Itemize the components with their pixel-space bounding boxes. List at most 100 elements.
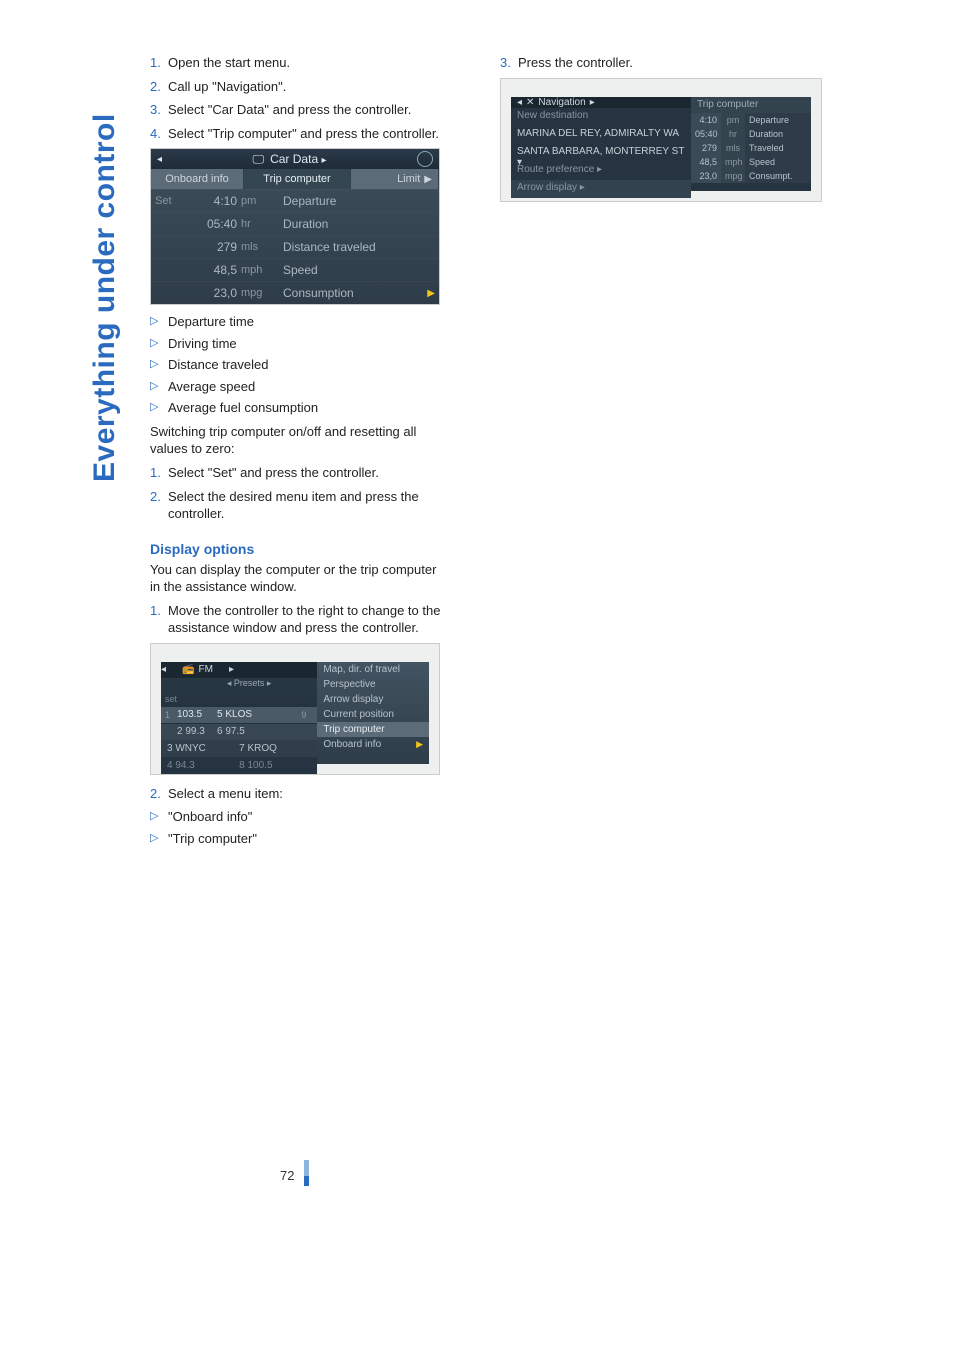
steps-press-controller: 3.Press the controller. [500, 54, 800, 72]
assistance-header: Trip computer [691, 97, 811, 113]
step-text: Press the controller. [518, 54, 633, 72]
steps-open-trip-computer: 1.Open the start menu. 2.Call up "Naviga… [150, 54, 450, 142]
preset-end: 9 [301, 710, 313, 720]
assistance-menu-item: Current position [317, 707, 429, 722]
steps-reset: 1.Select "Set" and press the controller.… [150, 464, 450, 523]
trip-cell-v: 4:10 [691, 113, 721, 127]
nav-right-icon: ▸ [590, 97, 595, 108]
steps-display-2: 2.Select a menu item: [150, 785, 450, 803]
trip-cell-l: Departure [745, 113, 811, 127]
list-item: Average speed [168, 378, 255, 396]
preset-freq: 103.5 [177, 709, 217, 720]
step-number: 2. [150, 785, 168, 803]
step-text: Select "Trip computer" and press the con… [168, 125, 439, 143]
trip-cell-l: Consumpt. [745, 169, 811, 183]
refresh-icon [417, 151, 433, 167]
step-number: 2. [150, 78, 168, 96]
nav-menu-item: Route preference ▸ [511, 162, 691, 180]
list-item: Average fuel consumption [168, 399, 318, 417]
menu-item-sublist: ▷"Onboard info" ▷"Trip computer" [150, 808, 450, 847]
page-marker-icon [304, 1160, 309, 1186]
preset-freq: 8 100.5 [239, 760, 311, 771]
nav-menu-item: SANTA BARBARA, MONTERREY ST ▾ [511, 144, 691, 162]
nav-left-icon: ◂ [517, 97, 522, 108]
nav-menu-item: Arrow display ▸ [511, 180, 691, 198]
triangle-icon: ▷ [150, 808, 168, 824]
trip-cell-u: pm [721, 113, 745, 127]
tab-onboard-info: Onboard info [151, 169, 244, 189]
step-text: Select a menu item: [168, 785, 283, 803]
step-number: 2. [150, 488, 168, 506]
triangle-icon: ▷ [150, 356, 168, 372]
preset-freq: 2 99.3 [177, 726, 217, 737]
heading-display-options: Display options [150, 541, 450, 557]
preset-num: 1 [165, 710, 177, 720]
assistance-menu-item: Trip computer [317, 722, 429, 737]
step-number: 1. [150, 602, 168, 620]
steps-display-1: 1.Move the controller to the right to ch… [150, 602, 450, 637]
triangle-icon: ▷ [150, 335, 168, 351]
assistance-menu-item: Perspective [317, 677, 429, 692]
preset-station: 5 KLOS [217, 709, 301, 720]
trip-row: 48,5mphSpeed [151, 258, 439, 281]
set-label: set [161, 692, 317, 706]
trip-cell-l: Duration [745, 127, 811, 141]
step-text: Select "Set" and press the controller. [168, 464, 379, 482]
step-number: 3. [500, 54, 518, 72]
trip-cell-v: 23,0 [691, 169, 721, 183]
trip-row: 23,0mpgConsumption▶ [151, 281, 439, 304]
step-number: 3. [150, 101, 168, 119]
list-item: "Onboard info" [168, 808, 252, 826]
tab-limit: Limit▶ [351, 169, 439, 189]
trip-cell-v: 05:40 [691, 127, 721, 141]
triangle-icon: ▷ [150, 399, 168, 415]
fm-label: FM [198, 664, 212, 675]
trip-cell-l: Traveled [745, 141, 811, 155]
trip-cell-u: hr [721, 127, 745, 141]
navigation-assistance-screenshot: ◂ ✕ Navigation ▸ New destinationMARINA D… [500, 78, 822, 202]
trip-computer-values-list: ▷Departure time ▷Driving time ▷Distance … [150, 313, 450, 417]
step-text: Open the start menu. [168, 54, 290, 72]
step-text: Select "Car Data" and press the controll… [168, 101, 411, 119]
triangle-icon: ▷ [150, 313, 168, 329]
preset-freq: 4 94.3 [167, 760, 239, 771]
radio-icon: 📻 [182, 664, 194, 675]
nav-menu-item: MARINA DEL REY, ADMIRALTY WA [511, 126, 691, 144]
nav-menu-item: New destination [511, 108, 691, 126]
presets-label: ◂ Presets ▸ [161, 678, 317, 692]
nav-left-icon: ◂ [157, 154, 162, 165]
trip-cell-v: 279 [691, 141, 721, 155]
trip-cell-v: 48,5 [691, 155, 721, 169]
assistance-menu-item: Onboard info▶ [317, 737, 429, 752]
step-text: Move the controller to the right to chan… [168, 602, 450, 637]
list-item: Driving time [168, 335, 237, 353]
step-number: 1. [150, 54, 168, 72]
preset-station: 3 WNYC [167, 743, 239, 754]
trip-row: 05:40hrDuration [151, 212, 439, 235]
screen-title: Navigation [538, 97, 585, 108]
nav-left-icon: ◂ [161, 664, 166, 675]
trip-cell-u: mls [721, 141, 745, 155]
trip-cell-l: Speed [745, 155, 811, 169]
switching-paragraph: Switching trip computer on/off and reset… [150, 423, 450, 458]
page-number: 72 [280, 1168, 294, 1183]
preset-station: 6 97.5 [217, 726, 301, 737]
list-item: Distance traveled [168, 356, 268, 374]
preset-station: 7 KROQ [239, 743, 311, 754]
car-data-screenshot: ◂ 🖵 Car Data ▸ Onboard info Trip compute… [150, 148, 440, 305]
trip-cell-u: mph [721, 155, 745, 169]
nav-right-icon: ▸ [229, 664, 234, 675]
section-side-title: Everything under control [88, 52, 122, 482]
left-column: 1.Open the start menu. 2.Call up "Naviga… [150, 54, 450, 853]
assistance-window-screenshot: ◂ 📻 FM ▸ ◂ Presets ▸ set 1 103.5 5 KLOS 9… [150, 643, 440, 775]
screen-icon: 🖵 [253, 152, 265, 167]
trip-cell-u: mpg [721, 169, 745, 183]
display-options-paragraph: You can display the computer or the trip… [150, 561, 450, 596]
right-column: 3.Press the controller. ◂ ✕ Navigation ▸… [500, 54, 800, 212]
triangle-icon: ▷ [150, 830, 168, 846]
step-text: Select the desired menu item and press t… [168, 488, 450, 523]
close-icon: ✕ [526, 97, 534, 108]
tab-trip-computer: Trip computer [244, 169, 351, 189]
screen-title: Car Data ▸ [270, 152, 326, 166]
trip-row: 279mlsDistance traveled [151, 235, 439, 258]
